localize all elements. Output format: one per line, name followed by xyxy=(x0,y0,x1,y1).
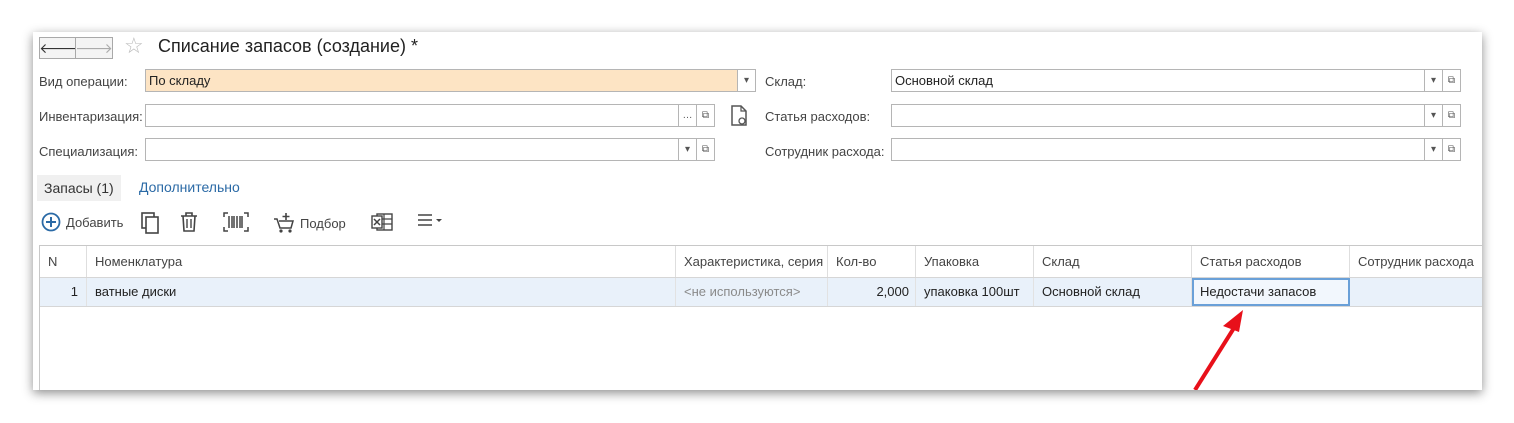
specialization-field[interactable]: ▾ ⧉ xyxy=(145,138,715,161)
warehouse-value: Основной склад xyxy=(895,73,993,88)
column-header-warehouse[interactable]: Склад xyxy=(1034,246,1192,277)
barcode-icon xyxy=(223,212,249,232)
expense-item-field[interactable]: ▾ ⧉ xyxy=(891,104,1461,127)
operation-type-label: Вид операции: xyxy=(39,74,128,89)
tab-stocks[interactable]: Запасы (1) xyxy=(37,175,121,201)
open-icon[interactable]: ⧉ xyxy=(1442,69,1461,92)
tab-additional[interactable]: Дополнительно xyxy=(139,179,240,195)
star-icon[interactable]: ☆ xyxy=(124,33,144,59)
table-row[interactable]: 1 ватные диски <не используются> 2,000 у… xyxy=(40,278,1482,307)
warehouse-field[interactable]: Основной склад ▾ ⧉ xyxy=(891,69,1461,92)
table-header: N Номенклатура Характеристика, серия Кол… xyxy=(40,246,1482,278)
cell-package[interactable]: упаковка 100шт xyxy=(916,278,1034,306)
barcode-button[interactable] xyxy=(223,212,249,232)
operation-type-value: По складу xyxy=(149,73,211,88)
dropdown-icon[interactable]: ▾ xyxy=(1424,69,1443,92)
cell-expense-item[interactable]: Недостачи запасов xyxy=(1192,278,1350,306)
copy-button[interactable] xyxy=(141,212,159,234)
add-button[interactable]: Добавить xyxy=(41,212,123,232)
add-circle-icon xyxy=(41,212,61,232)
pick-button[interactable]: Подбор xyxy=(273,212,346,234)
menu-icon xyxy=(418,214,442,226)
column-header-employee[interactable]: Сотрудник расхода xyxy=(1350,246,1482,277)
cell-characteristic[interactable]: <не используются> xyxy=(676,278,828,306)
column-header-characteristic[interactable]: Характеристика, серия xyxy=(676,246,828,277)
dropdown-icon[interactable]: ▾ xyxy=(1424,104,1443,127)
cell-n[interactable]: 1 xyxy=(40,278,87,306)
delete-button[interactable] xyxy=(180,212,198,232)
column-header-package[interactable]: Упаковка xyxy=(916,246,1034,277)
column-header-n[interactable]: N xyxy=(40,246,87,277)
cell-warehouse[interactable]: Основной склад xyxy=(1034,278,1192,306)
dropdown-icon[interactable]: ▾ xyxy=(1424,138,1443,161)
excel-icon xyxy=(371,213,393,231)
operation-type-field[interactable]: По складу ▾ xyxy=(145,69,756,92)
stock-table: N Номенклатура Характеристика, серия Кол… xyxy=(39,245,1482,390)
specialization-label: Специализация: xyxy=(39,144,138,159)
open-icon[interactable]: ⧉ xyxy=(696,104,715,127)
cell-qty[interactable]: 2,000 xyxy=(828,278,916,306)
select-ellipsis-icon[interactable]: … xyxy=(678,104,697,127)
document-window: 🡐 🡒 ☆ Списание запасов (создание) * Вид … xyxy=(33,32,1482,390)
trash-icon xyxy=(181,212,197,232)
forward-button[interactable]: 🡒 xyxy=(75,37,113,59)
open-icon[interactable]: ⧉ xyxy=(696,138,715,161)
cart-add-icon xyxy=(274,213,294,233)
column-header-item[interactable]: Номенклатура xyxy=(87,246,676,277)
back-button[interactable]: 🡐 xyxy=(39,37,77,59)
open-icon[interactable]: ⧉ xyxy=(1442,104,1461,127)
column-header-qty[interactable]: Кол-во xyxy=(828,246,916,277)
page-title: Списание запасов (создание) * xyxy=(158,36,418,56)
column-header-expense-item[interactable]: Статья расходов xyxy=(1192,246,1350,277)
dropdown-icon[interactable]: ▾ xyxy=(678,138,697,161)
refill-document-icon[interactable] xyxy=(730,105,748,127)
dropdown-icon[interactable]: ▾ xyxy=(737,69,756,92)
expense-employee-field[interactable]: ▾ ⧉ xyxy=(891,138,1461,161)
more-menu-button[interactable] xyxy=(417,212,443,228)
inventory-label: Инвентаризация: xyxy=(39,109,143,124)
add-button-label: Добавить xyxy=(66,214,124,230)
expense-employee-label: Сотрудник расхода: xyxy=(765,144,885,159)
copy-icon xyxy=(141,212,159,234)
pick-button-label: Подбор xyxy=(300,215,346,231)
cell-employee[interactable] xyxy=(1350,278,1482,306)
warehouse-label: Склад: xyxy=(765,74,807,89)
arrow-right-icon: 🡒 xyxy=(75,39,113,56)
excel-button[interactable] xyxy=(371,212,393,232)
annotation-arrow-icon xyxy=(1193,310,1243,390)
cell-item[interactable]: ватные диски xyxy=(87,278,676,306)
arrow-left-icon: 🡐 xyxy=(39,39,77,56)
expense-item-label: Статья расходов: xyxy=(765,109,871,124)
inventory-field[interactable]: … ⧉ xyxy=(145,104,715,127)
open-icon[interactable]: ⧉ xyxy=(1442,138,1461,161)
